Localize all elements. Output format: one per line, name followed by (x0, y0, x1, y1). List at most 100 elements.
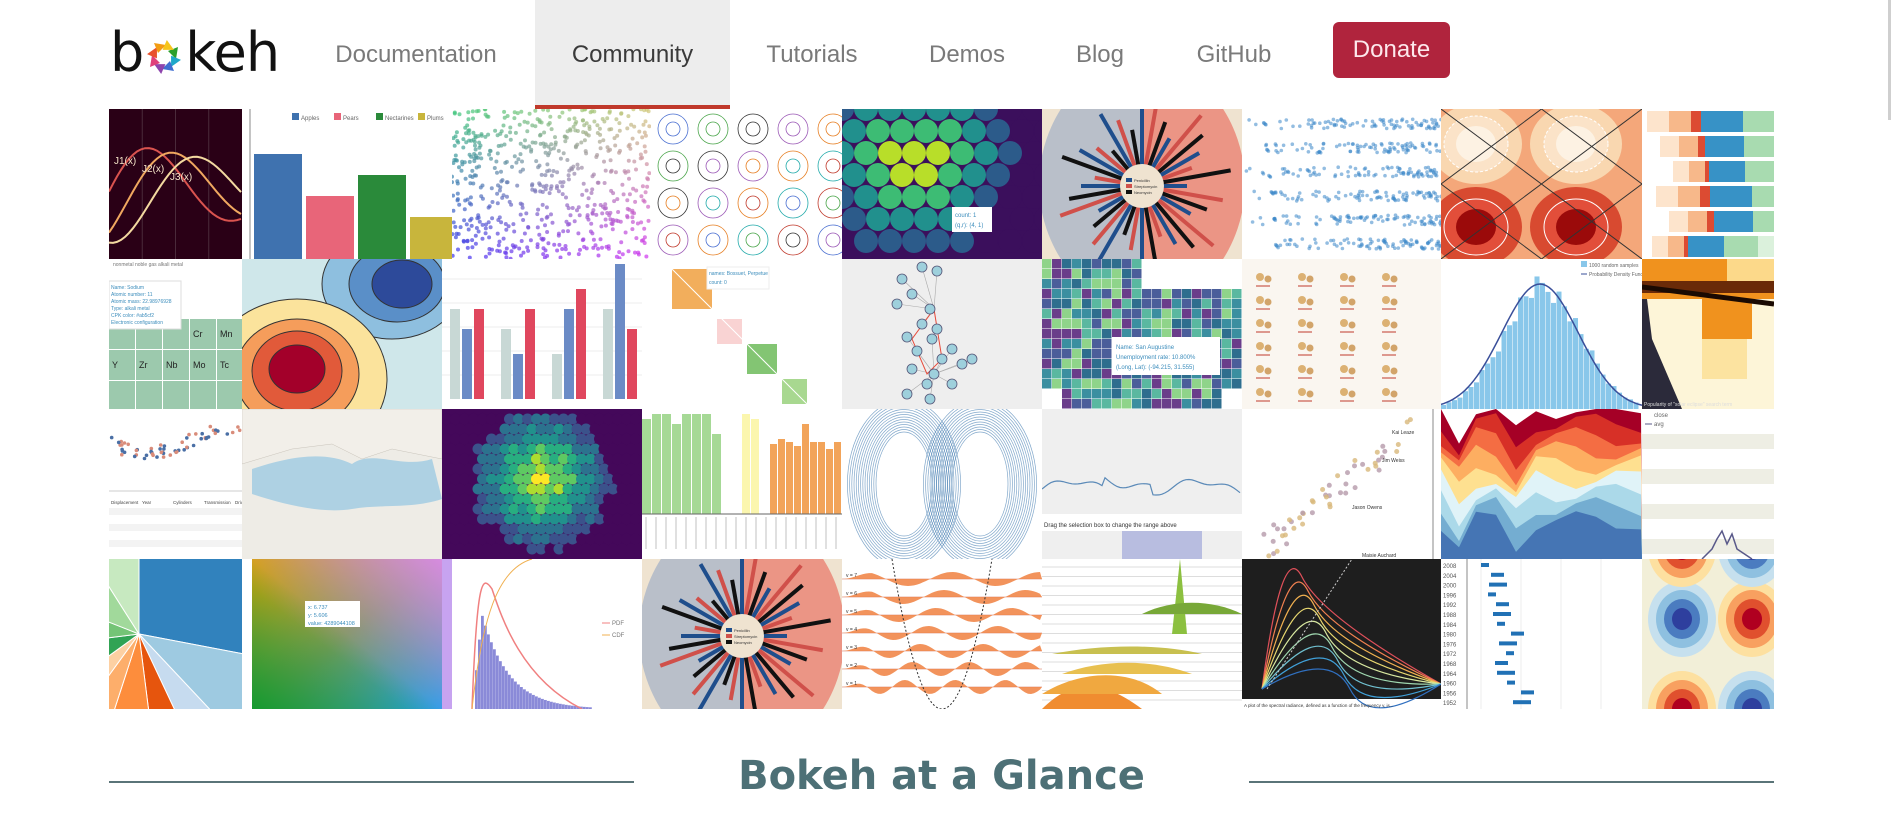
thumbnail-hexbin-viridis (442, 409, 642, 559)
gallery-tile-labeled-scatter[interactable]: Kai Leaze Jim Weiss Jason Owens Maisie Auch… (1242, 409, 1441, 559)
svg-text:Pears: Pears (343, 116, 359, 122)
gallery-tile-pdf-cdf-histogram[interactable]: PDF CDF (442, 559, 642, 709)
svg-text:1984: 1984 (1443, 623, 1457, 629)
gallery-tile-bessel-functions[interactable]: J1(x) J2(x) J3(x) (109, 109, 242, 259)
donate-button[interactable]: Donate (1333, 22, 1450, 78)
gallery-tile-grouped-vbars[interactable] (442, 259, 642, 409)
svg-text:1964: 1964 (1443, 672, 1457, 678)
svg-text:1980: 1980 (1443, 633, 1457, 639)
gallery-tile-glyph-rose-curves[interactable] (651, 109, 842, 259)
svg-text:Plums: Plums (427, 116, 444, 122)
gallery-tile-periodic-table[interactable]: nonmetal noble gas alkali metal Cr Mn Y Zr Nb… (109, 259, 242, 409)
gallery-tile-lorenz-attractor[interactable] (842, 409, 1042, 559)
svg-text:Streptomycin: Streptomycin (1134, 184, 1157, 189)
gallery-tile-network-graph[interactable] (842, 259, 1042, 409)
svg-text:Tc: Tc (220, 360, 230, 370)
nav-demos[interactable]: Demos (912, 0, 1022, 109)
thumbnail-bessel-functions: J1(x) J2(x) J3(x) (109, 109, 242, 259)
svg-text:v = 6: v = 6 (846, 591, 857, 597)
svg-text:v = 5: v = 5 (846, 609, 857, 615)
thumbnail-filled-contours (242, 259, 442, 409)
nav-community[interactable]: Community (535, 0, 730, 109)
gallery-tile-ridgeplot[interactable] (1042, 559, 1242, 709)
svg-text:1976: 1976 (1443, 642, 1457, 648)
svg-text:Mn: Mn (220, 329, 233, 339)
thumbnail-fruit-bar-chart: Apples Pears Nectarines Plums (242, 109, 452, 259)
gallery-tile-auto-mpg-scatter-table[interactable]: Displacement Year Cylinders Transmission Dri… (109, 409, 242, 559)
svg-text:(q,r): (4, 1): (q,r): (4, 1) (955, 223, 983, 229)
thumbnail-jitter-scatter (1242, 109, 1441, 259)
gallery-tile-color-gradient-image[interactable]: x: 6.737 y: 5.606 value: 4289044108 (242, 559, 442, 709)
nav-documentation[interactable]: Documentation (318, 0, 514, 109)
thumbnail-ridgeplot (1042, 559, 1242, 709)
svg-text:Kai Leaze: Kai Leaze (1392, 430, 1414, 436)
gallery-tile-contour-diamonds[interactable] (1441, 109, 1642, 259)
gallery-tile-stacked-area[interactable] (1441, 409, 1642, 559)
gallery-tile-burtin-radial-bars-2[interactable]: Penicillin Streptomycin Neomycin (642, 559, 842, 709)
gallery-tile-les-mis-matrix[interactable]: names: Bossuet, Perpetue count: 0 (642, 259, 842, 409)
svg-text:1996: 1996 (1443, 593, 1457, 599)
gallery-tile-burtin-radial-bars[interactable]: Penicillin Streptomycin Neomycin (1042, 109, 1242, 259)
gallery-tile-tile-map-mediterranean[interactable] (242, 409, 442, 559)
nav-github[interactable]: GitHub (1184, 0, 1284, 109)
thumbnail-glyph-rose-curves (651, 109, 842, 259)
gallery-tile-image-contours[interactable] (1642, 559, 1774, 709)
svg-text:A plot of the spectral radianc: A plot of the spectral radiance, defined… (1244, 703, 1394, 708)
gallery-tile-grouped-categorical-bars[interactable] (642, 409, 842, 559)
gallery-tile-histogram-pdf[interactable]: 1000 random samples Probability Density F… (1441, 259, 1642, 409)
nav-tutorials[interactable]: Tutorials (748, 0, 876, 109)
gallery-tile-choropleth-west[interactable]: Popularity of "solar eclipse" search ter… (1642, 259, 1774, 409)
svg-text:y: 5.606: y: 5.606 (308, 613, 328, 619)
gallery-tile-stacked-horizontal-bars[interactable] (1642, 109, 1774, 259)
gallery-tile-marker-types[interactable] (1242, 259, 1441, 409)
svg-text:1956: 1956 (1443, 691, 1457, 697)
gallery-tile-olympic-sprint-timeline[interactable]: 2008 2004 2000 1996 1992 1988 1984 1980 1976 1972… (1441, 559, 1642, 709)
gallery-tile-color-scatter[interactable] (452, 109, 651, 259)
svg-text:Drive: Drive (235, 500, 242, 505)
bokeh-logo[interactable]: b keh (110, 21, 280, 84)
thumbnail-auto-mpg-scatter-table: Displacement Year Cylinders Transmission Dri… (109, 409, 242, 559)
svg-text:Y: Y (112, 360, 118, 370)
svg-text:2000: 2000 (1443, 584, 1457, 590)
thumbnail-stacked-horizontal-bars (1642, 109, 1774, 259)
svg-text:Neomycin: Neomycin (734, 640, 752, 645)
svg-text:Streptomycin: Streptomycin (734, 634, 757, 639)
thumbnail-blackbody-radiation: A plot of the spectral radiance, defined… (1242, 559, 1441, 709)
gallery-tile-hexbin-viridis[interactable] (442, 409, 642, 559)
thumbnail-contour-diamonds (1441, 109, 1642, 259)
svg-text:2004: 2004 (1443, 574, 1457, 580)
svg-text:CPK color: #ab5cf2: CPK color: #ab5cf2 (111, 313, 154, 319)
thumbnail-tile-map-mediterranean (242, 409, 442, 559)
svg-text:1960: 1960 (1443, 682, 1457, 688)
gallery-tile-texas-unemployment[interactable]: Name: San Augustine Unemployment rate: 10… (1042, 259, 1242, 409)
thumbnail-stock-close-avg: close avg (1642, 409, 1774, 559)
gallery-tile-blackbody-radiation[interactable]: A plot of the spectral radiance, defined… (1242, 559, 1441, 709)
svg-text:(Long, Lat): (-94.215, 31.555): (Long, Lat): (-94.215, 31.555) (1116, 365, 1194, 371)
svg-text:1952: 1952 (1443, 701, 1457, 707)
gallery-tile-stock-close-avg[interactable]: close avg (1642, 409, 1774, 559)
top-navigation: b keh Documentation Community Tutorials … (0, 0, 1891, 109)
gallery-tile-hexbin-tooltip[interactable]: count: 1 (q,r): (4, 1) (842, 109, 1042, 259)
example-gallery: J1(x) J2(x) J3(x) Apples Pears Nectarines Plum… (109, 109, 1774, 709)
gallery-tile-pie-chart[interactable] (109, 559, 242, 709)
thumbnail-histogram-pdf: 1000 random samples Probability Density F… (1441, 259, 1642, 409)
svg-text:Apples: Apples (301, 116, 319, 122)
thumbnail-network-graph (842, 259, 1042, 409)
svg-text:1988: 1988 (1443, 613, 1457, 619)
svg-text:Mo: Mo (193, 360, 206, 370)
bokeh-flower-icon (147, 40, 182, 74)
gallery-tile-quantum-oscillator[interactable]: v = 7 v = 6 v = 5 v = 4 v = 3 v = 2 v = 1 (842, 559, 1042, 709)
thumbnail-texas-unemployment: Name: San Augustine Unemployment rate: 10… (1042, 259, 1242, 409)
svg-text:2008: 2008 (1443, 564, 1457, 570)
nav-blog[interactable]: Blog (1064, 0, 1136, 109)
thumbnail-les-mis-matrix: names: Bossuet, Perpetue count: 0 (642, 259, 842, 409)
logo-text-prefix: b (110, 21, 144, 84)
gallery-tile-fruit-bar-chart[interactable]: Apples Pears Nectarines Plums (242, 109, 452, 259)
gallery-tile-range-tool[interactable]: Drag the selection box to change the ran… (1042, 409, 1242, 559)
svg-text:Unemployment rate: 10.800%: Unemployment rate: 10.800% (1116, 355, 1196, 361)
svg-text:v = 4: v = 4 (846, 627, 857, 633)
svg-text:Cylinders: Cylinders (173, 500, 193, 505)
gallery-tile-filled-contours[interactable] (242, 259, 442, 409)
thumbnail-color-gradient-image: x: 6.737 y: 5.606 value: 4289044108 (242, 559, 442, 709)
gallery-tile-jitter-scatter[interactable] (1242, 109, 1441, 259)
